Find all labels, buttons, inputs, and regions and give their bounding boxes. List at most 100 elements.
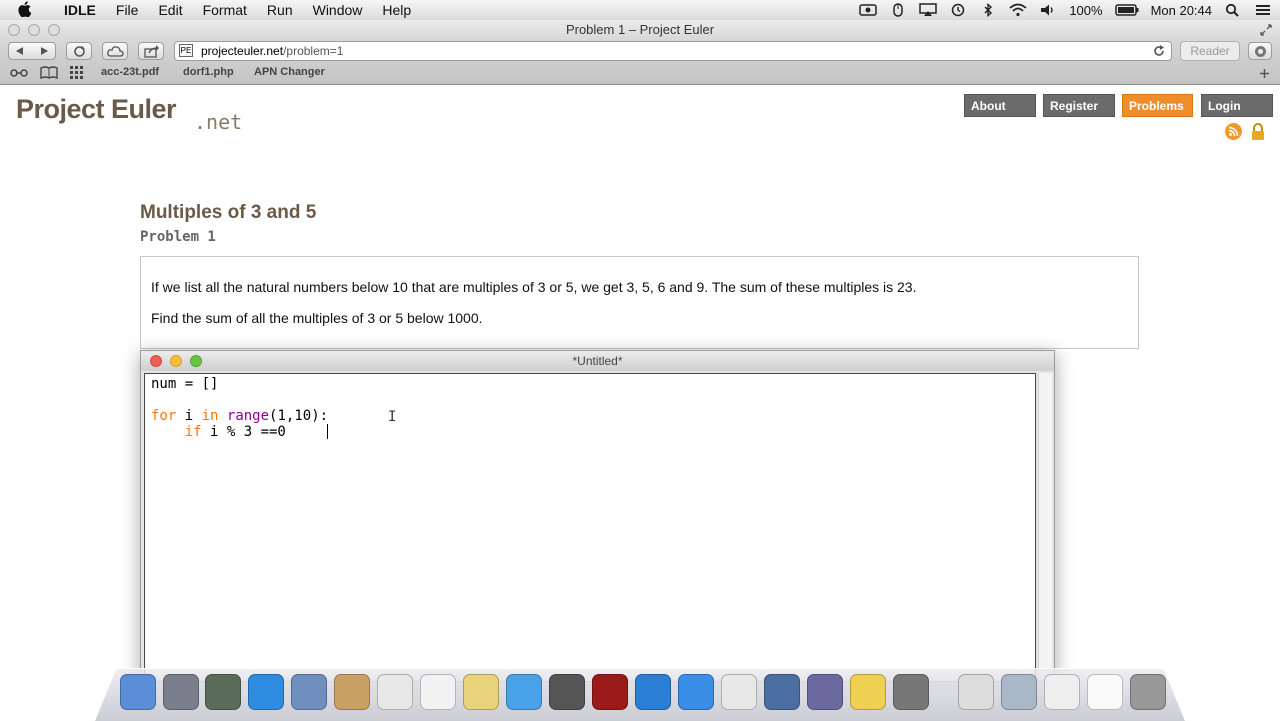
nav-login[interactable]: Login xyxy=(1201,94,1273,117)
bluetooth-icon[interactable] xyxy=(979,3,997,17)
screen-recording-icon[interactable] xyxy=(859,3,878,17)
sync-button[interactable] xyxy=(66,42,92,60)
lock-icon[interactable] xyxy=(1250,123,1266,140)
menu-format[interactable]: Format xyxy=(193,1,257,19)
preview-icon[interactable] xyxy=(291,674,327,710)
idle-window-title: *Untitled* xyxy=(572,354,623,368)
facetime-icon[interactable] xyxy=(549,674,585,710)
ibeam-cursor-icon: I xyxy=(388,409,397,425)
share-button[interactable] xyxy=(138,42,164,60)
launchpad-icon[interactable] xyxy=(163,674,199,710)
back-forward-group xyxy=(8,42,56,60)
photo-booth-icon[interactable] xyxy=(205,674,241,710)
bookmark-acc-23t[interactable]: acc-23t.pdf xyxy=(101,66,159,78)
site-logo[interactable]: Project Euler .net xyxy=(16,94,242,134)
url-path: /problem=1 xyxy=(283,44,344,58)
downloads-button[interactable] xyxy=(1248,42,1272,60)
nav-register[interactable]: Register xyxy=(1043,94,1115,117)
menu-app-idle[interactable]: IDLE xyxy=(54,1,106,19)
keyword-if: if xyxy=(184,424,202,440)
site-favicon: PE xyxy=(179,44,193,57)
finder-icon[interactable] xyxy=(120,674,156,710)
idle-close-button[interactable] xyxy=(150,355,162,367)
code-editor[interactable]: num = [] for i in range(1,10): if i % 3 … xyxy=(144,373,1036,681)
reader-button[interactable]: Reader xyxy=(1180,41,1240,61)
bookmark-dorf1[interactable]: dorf1.php xyxy=(183,66,234,78)
time-machine-icon[interactable] xyxy=(949,3,967,17)
idle-zoom-button[interactable] xyxy=(190,355,202,367)
photo-slideshow-icon[interactable] xyxy=(592,674,628,710)
nav-about[interactable]: About xyxy=(964,94,1036,117)
reload-icon[interactable] xyxy=(1153,45,1165,57)
problem-content-box: If we list all the natural numbers below… xyxy=(140,256,1139,349)
idle-title-bar[interactable]: *Untitled* xyxy=(141,351,1054,371)
notes-icon[interactable] xyxy=(463,674,499,710)
code-line-4: if i % 3 ==0 xyxy=(151,424,286,440)
add-tab-icon[interactable] xyxy=(1259,68,1270,79)
idle-minimize-button[interactable] xyxy=(170,355,182,367)
mail-icon[interactable] xyxy=(334,674,370,710)
problem-number: Problem 1 xyxy=(140,229,216,245)
code-range-args: (1,10): xyxy=(269,408,329,424)
apple-icon[interactable] xyxy=(18,1,32,17)
url-bar[interactable]: PE projecteuler.net/problem=1 xyxy=(174,41,1172,61)
browser-zoom-button[interactable] xyxy=(48,24,60,36)
acrobat-icon[interactable] xyxy=(721,674,757,710)
menu-edit[interactable]: Edit xyxy=(148,1,192,19)
bookmarks-book-icon[interactable] xyxy=(40,66,58,79)
builtin-range: range xyxy=(226,408,270,424)
reading-list-icon[interactable] xyxy=(10,67,28,78)
battery-percent[interactable]: 100% xyxy=(1069,3,1102,18)
menu-help[interactable]: Help xyxy=(372,1,421,19)
trash-icon[interactable] xyxy=(1130,674,1166,710)
back-arrow-icon[interactable] xyxy=(14,46,26,56)
python-icon[interactable] xyxy=(850,674,886,710)
browser-minimize-button[interactable] xyxy=(28,24,40,36)
battery-icon[interactable] xyxy=(1114,3,1139,17)
blank-doc-icon[interactable] xyxy=(1087,674,1123,710)
problem-paragraph-2: Find the sum of all the multiples of 3 o… xyxy=(151,310,483,326)
mouse-icon[interactable] xyxy=(889,3,907,17)
url-host: projecteuler.net xyxy=(201,44,284,58)
browser-window-title: Problem 1 – Project Euler xyxy=(565,22,715,37)
cloud-icon xyxy=(107,46,124,57)
icloud-button[interactable] xyxy=(102,42,128,60)
app-store-icon[interactable] xyxy=(678,674,714,710)
itunes-icon[interactable] xyxy=(635,674,671,710)
forward-arrow-icon[interactable] xyxy=(38,46,50,56)
top-sites-grid-icon[interactable] xyxy=(70,66,84,79)
reminders-icon[interactable] xyxy=(420,674,456,710)
menu-window[interactable]: Window xyxy=(303,1,373,19)
windows-folder-icon[interactable] xyxy=(1001,674,1037,710)
nav-problems[interactable]: Problems xyxy=(1122,94,1193,117)
menu-file[interactable]: File xyxy=(106,1,149,19)
volume-icon[interactable] xyxy=(1039,3,1057,17)
browser-close-button[interactable] xyxy=(8,24,20,36)
calendar-icon[interactable] xyxy=(377,674,413,710)
wifi-icon[interactable] xyxy=(1009,3,1027,17)
spotlight-search-icon[interactable] xyxy=(1224,3,1242,17)
fullscreen-icon[interactable] xyxy=(1260,24,1272,36)
browser-title-bar: Problem 1 – Project Euler xyxy=(0,20,1280,40)
documents-icon[interactable] xyxy=(958,674,994,710)
menu-run[interactable]: Run xyxy=(257,1,303,19)
menubar-clock[interactable]: Mon 20:44 xyxy=(1151,3,1212,18)
safari-icon[interactable] xyxy=(248,674,284,710)
sync-icon xyxy=(74,46,85,57)
editor-vertical-scrollbar[interactable] xyxy=(1038,373,1052,681)
notification-center-icon[interactable] xyxy=(1254,3,1272,17)
code-line-1: num = [] xyxy=(151,376,219,392)
keyboard-icon[interactable] xyxy=(1044,674,1080,710)
messages-icon[interactable] xyxy=(506,674,542,710)
remote-desktop-icon[interactable] xyxy=(764,674,800,710)
airplay-icon[interactable] xyxy=(919,3,938,17)
rss-icon[interactable] xyxy=(1225,123,1242,140)
code-var: i xyxy=(176,408,202,424)
vpn-icon[interactable] xyxy=(807,674,843,710)
problem-title: Multiples of 3 and 5 xyxy=(140,202,317,223)
share-icon xyxy=(144,45,159,58)
bookmark-apn-changer[interactable]: APN Changer xyxy=(254,66,325,78)
imovie-icon[interactable] xyxy=(893,674,929,710)
